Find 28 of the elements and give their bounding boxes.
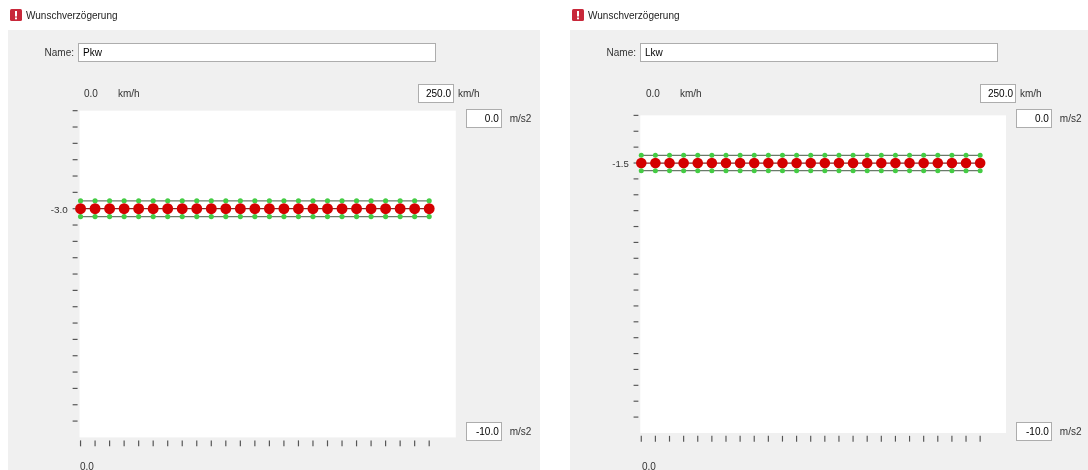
- speed-min-label: 0.0: [646, 86, 661, 101]
- name-label: Name:: [605, 46, 637, 60]
- speed-max-field[interactable]: 250.0: [980, 83, 1016, 103]
- accel-max-field[interactable]: 0.0: [465, 109, 502, 128]
- window-title: Wunschverzögerung: [588, 8, 680, 23]
- speed-unit-label: km/h: [118, 86, 141, 101]
- y-value-label: -1.5: [612, 157, 629, 169]
- name-field[interactable]: Pkw: [78, 43, 436, 62]
- name-field[interactable]: Lkw: [640, 43, 998, 62]
- accel-min-field[interactable]: -10.0: [1015, 422, 1052, 441]
- accel-unit-label: m/s2: [1058, 425, 1082, 439]
- name-label: Name:: [43, 46, 75, 60]
- x-axis-label: 0.0: [80, 461, 94, 470]
- accel-unit-label: m/s2: [508, 112, 532, 126]
- accel-unit-label: m/s2: [508, 425, 532, 439]
- warning-icon: [10, 9, 22, 21]
- accel-unit-label: m/s2: [1058, 112, 1082, 126]
- warning-icon: [572, 9, 584, 21]
- accel-min-field[interactable]: -10.0: [465, 422, 502, 441]
- x-axis-label: 0.0: [642, 461, 656, 470]
- y-value-label: -3.0: [50, 203, 68, 215]
- speed-unit-label: km/h: [457, 86, 480, 101]
- speed-unit-label: km/h: [1019, 86, 1042, 101]
- speed-unit-label: km/h: [680, 86, 703, 101]
- accel-max-field[interactable]: 0.0: [1015, 109, 1052, 128]
- speed-min-label: 0.0: [84, 86, 99, 101]
- speed-max-field[interactable]: 250.0: [418, 83, 454, 103]
- window-title: Wunschverzögerung: [26, 8, 118, 23]
